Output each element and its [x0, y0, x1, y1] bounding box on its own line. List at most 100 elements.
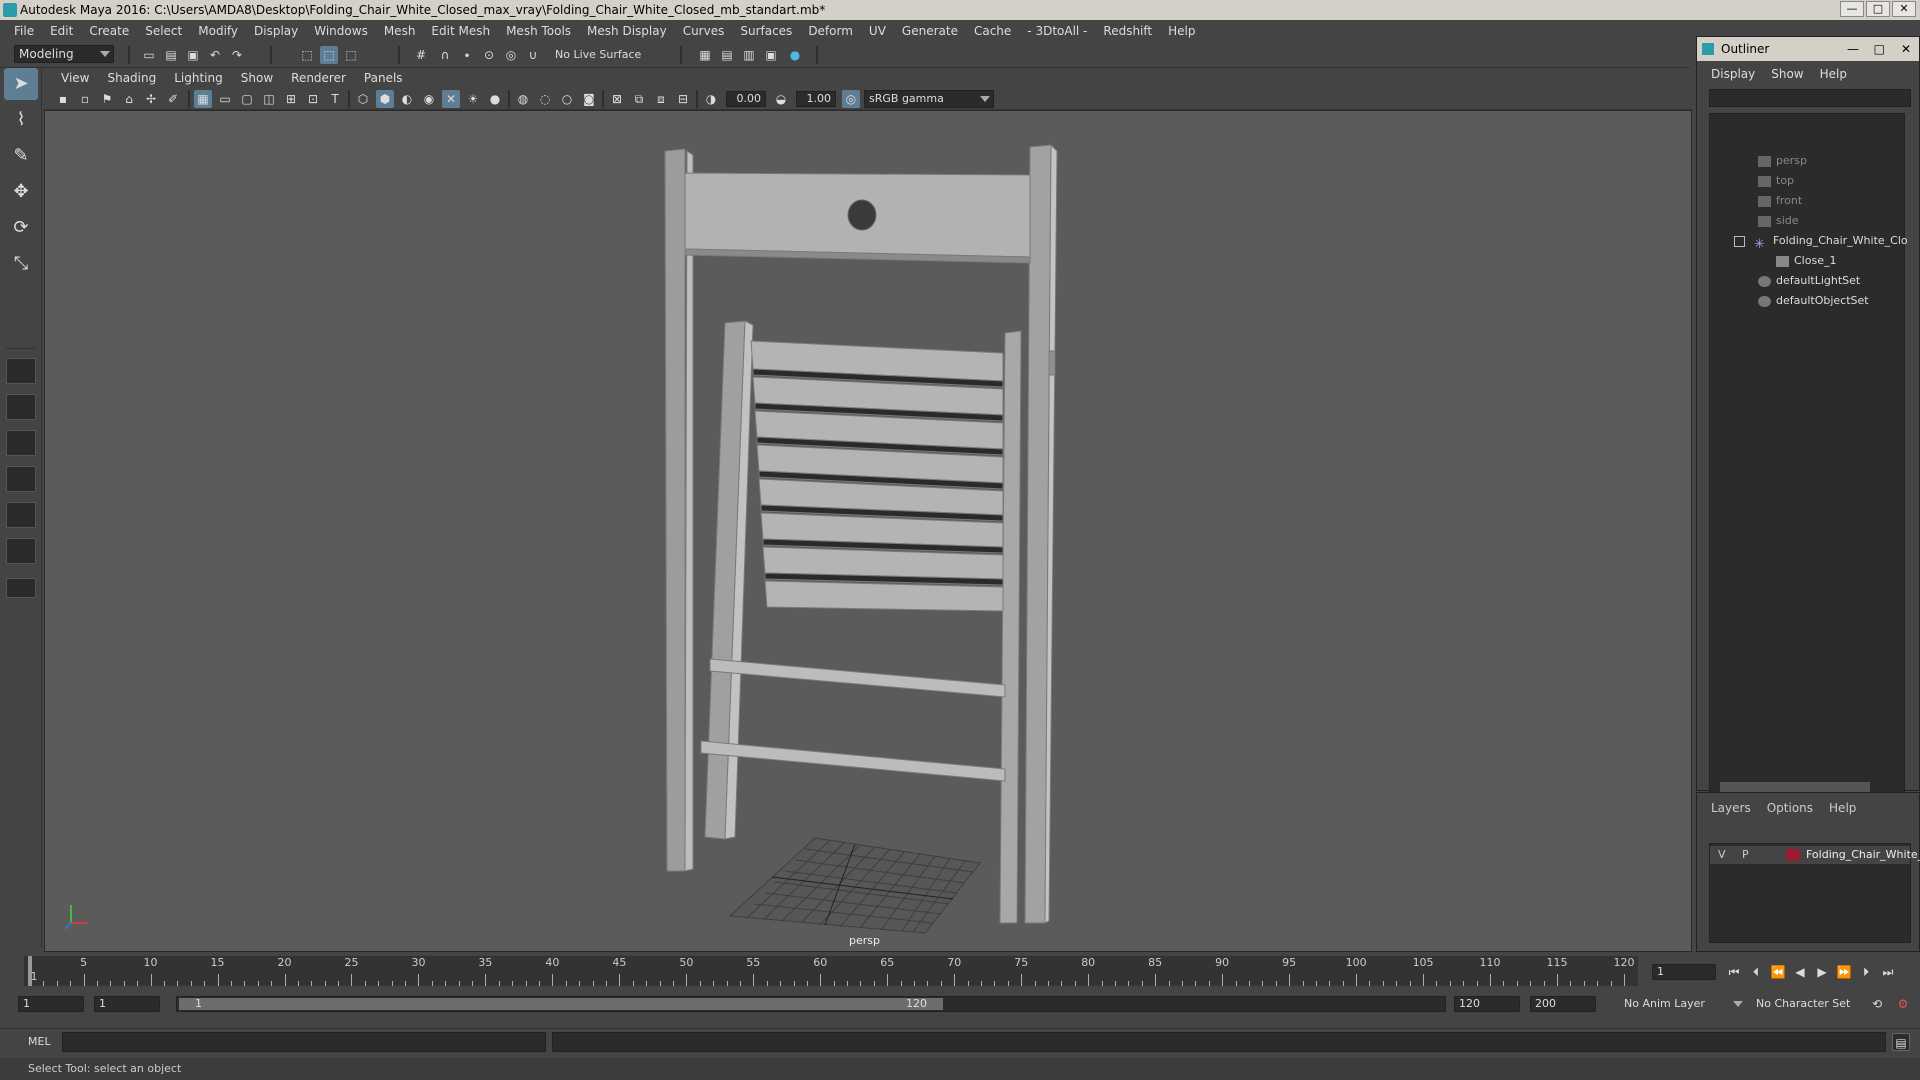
xray-joints-icon[interactable]: ⧉	[630, 90, 648, 108]
snap-live-icon[interactable]: ∪	[524, 46, 542, 64]
current-time-indicator[interactable]	[28, 956, 32, 986]
playback-end-field[interactable]: 120	[1454, 996, 1520, 1012]
go-to-start-icon[interactable]: ⏮	[1724, 962, 1744, 982]
close-button[interactable]: ✕	[1892, 1, 1916, 17]
motion-blur-icon[interactable]: ◌	[536, 90, 554, 108]
outliner-maximize-button[interactable]: □	[1874, 37, 1885, 61]
step-back-frame-icon[interactable]: ⏪	[1768, 962, 1788, 982]
outliner-minimize-button[interactable]: —	[1847, 37, 1859, 61]
save-scene-icon[interactable]: ▣	[184, 46, 202, 64]
layer-playback-toggle[interactable]: P	[1742, 848, 1749, 861]
snap-surface-icon[interactable]: ◎	[502, 46, 520, 64]
grid-icon[interactable]: ▦	[194, 90, 212, 108]
camera-select-icon[interactable]: ▪	[54, 90, 72, 108]
layer-name[interactable]: Folding_Chair_White_	[1806, 848, 1920, 861]
multisample-aa-icon[interactable]: ○	[558, 90, 576, 108]
hypershade-icon[interactable]: ●	[786, 46, 804, 64]
menu-mesh-display[interactable]: Mesh Display	[579, 24, 675, 38]
perspective-viewport[interactable]: persp M	[44, 110, 1692, 952]
menu-select[interactable]: Select	[137, 24, 190, 38]
panel-menu-renderer[interactable]: Renderer	[282, 71, 355, 85]
minimize-button[interactable]: —	[1840, 1, 1864, 17]
gate-mask-icon[interactable]: ◫	[260, 90, 278, 108]
exposure-icon[interactable]: ◑	[702, 90, 720, 108]
color-management-icon[interactable]: ◎	[842, 90, 860, 108]
select-object-icon[interactable]: ⬚	[320, 46, 338, 64]
ipr-render-icon[interactable]: ▥	[740, 46, 758, 64]
custom-layout-icon[interactable]	[6, 578, 36, 598]
animation-preferences-icon[interactable]: ⚙	[1894, 995, 1912, 1013]
gamma-icon[interactable]: ◒	[772, 90, 790, 108]
outliner-menu-display[interactable]: Display	[1703, 67, 1763, 81]
layer-menu-layers[interactable]: Layers	[1703, 801, 1759, 815]
xray-active-components-icon[interactable]: ⧈	[652, 90, 670, 108]
paint-select-tool-icon[interactable]: ✎	[4, 140, 38, 172]
auto-key-icon[interactable]: ⟲	[1868, 995, 1886, 1013]
playback-start-field[interactable]: 1	[94, 996, 160, 1012]
move-tool-icon[interactable]: ✥	[4, 176, 38, 208]
live-surface-label[interactable]: No Live Surface	[555, 48, 641, 61]
four-pane-layout-icon[interactable]	[6, 394, 36, 420]
outliner-item-folding-chair-group[interactable]: ✳ Folding_Chair_White_Clo	[1734, 232, 1908, 252]
grease-pencil-icon[interactable]: ✐	[164, 90, 182, 108]
panel-menu-show[interactable]: Show	[232, 71, 282, 85]
outliner-menu-help[interactable]: Help	[1812, 67, 1855, 81]
menu-edit-mesh[interactable]: Edit Mesh	[423, 24, 498, 38]
layer-color-swatch[interactable]	[1786, 849, 1800, 861]
menu-uv[interactable]: UV	[861, 24, 894, 38]
xray-icon[interactable]: ✕	[442, 90, 460, 108]
time-ruler[interactable]: 1 5 10 15 20 25 30 35 40 45 50 55 60 65 70 75 80 85 90 95 10…	[24, 956, 1638, 986]
menu-generate[interactable]: Generate	[894, 24, 966, 38]
range-slider[interactable]: 1 120	[176, 996, 1446, 1012]
shadows-icon[interactable]: ●	[486, 90, 504, 108]
backface-culling-icon[interactable]: ⊟	[674, 90, 692, 108]
gamma-field[interactable]: 1.00	[796, 91, 836, 107]
character-set-dropdown[interactable]: No Character Set	[1752, 996, 1864, 1014]
panel-menu-shading[interactable]: Shading	[98, 71, 165, 85]
rotate-tool-icon[interactable]: ⟳	[4, 212, 38, 244]
layer-menu-options[interactable]: Options	[1759, 801, 1821, 815]
exposure-field[interactable]: 0.00	[726, 91, 766, 107]
textured-icon[interactable]: ◉	[420, 90, 438, 108]
outliner-item-top[interactable]: top	[1758, 172, 1794, 190]
range-slider-handle[interactable]: 1 120	[179, 997, 943, 1010]
anim-layer-dropdown[interactable]: No Anim Layer	[1620, 996, 1746, 1014]
snap-view-icon[interactable]: ⊙	[480, 46, 498, 64]
use-all-lights-icon[interactable]: ☀	[464, 90, 482, 108]
select-tool-icon[interactable]: ➤	[4, 68, 38, 100]
graph-layout-icon[interactable]	[6, 502, 36, 528]
menu-display[interactable]: Display	[246, 24, 306, 38]
panel-menu-lighting[interactable]: Lighting	[165, 71, 232, 85]
panel-menu-panels[interactable]: Panels	[355, 71, 412, 85]
image-plane-icon[interactable]: ⌂	[120, 90, 138, 108]
maximize-button[interactable]: □	[1866, 1, 1890, 17]
step-back-key-icon[interactable]: ⏴	[1746, 962, 1766, 982]
menu-mesh-tools[interactable]: Mesh Tools	[498, 24, 579, 38]
field-chart-icon[interactable]: ⊞	[282, 90, 300, 108]
outliner-close-button[interactable]: ✕	[1901, 37, 1911, 61]
safe-title-icon[interactable]: T	[326, 90, 344, 108]
snap-curve-icon[interactable]: ∩	[436, 46, 454, 64]
render-view-icon[interactable]: ▣	[762, 46, 780, 64]
command-language-label[interactable]: MEL	[28, 1035, 51, 1048]
outliner-search-input[interactable]	[1709, 89, 1911, 107]
animation-end-field[interactable]: 200	[1530, 996, 1596, 1012]
two-pane-layout-icon[interactable]	[6, 430, 36, 456]
layer-menu-help[interactable]: Help	[1821, 801, 1864, 815]
menu-mesh[interactable]: Mesh	[376, 24, 424, 38]
outliner-horizontal-scrollbar[interactable]	[1720, 782, 1870, 792]
step-forward-key-icon[interactable]: ⏵	[1856, 962, 1876, 982]
camera-attributes-icon[interactable]: ▫	[76, 90, 94, 108]
select-component-icon[interactable]: ⬚	[342, 46, 360, 64]
collapse-icon[interactable]	[1734, 235, 1745, 247]
menu-edit[interactable]: Edit	[42, 24, 81, 38]
select-hierarchy-icon[interactable]: ⬚	[298, 46, 316, 64]
panel-menu-view[interactable]: View	[52, 71, 98, 85]
menu-cache[interactable]: Cache	[966, 24, 1019, 38]
menu-surfaces[interactable]: Surfaces	[732, 24, 800, 38]
screen-space-ao-icon[interactable]: ◍	[514, 90, 532, 108]
smooth-shade-icon[interactable]: ⬢	[376, 90, 394, 108]
film-gate-icon[interactable]: ▭	[216, 90, 234, 108]
animation-start-field[interactable]: 1	[18, 996, 84, 1012]
current-frame-field[interactable]: 1	[1652, 964, 1716, 980]
